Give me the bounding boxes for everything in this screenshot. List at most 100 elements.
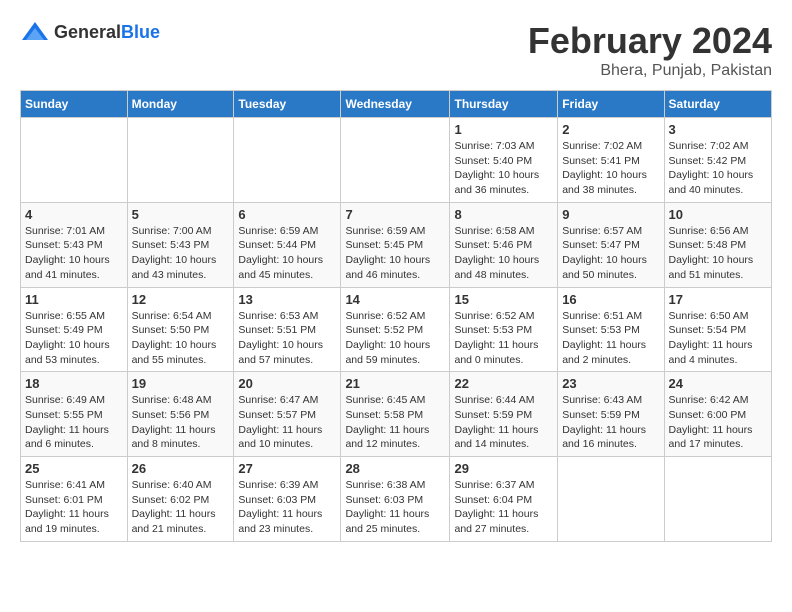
- day-info: Sunrise: 6:42 AM Sunset: 6:00 PM Dayligh…: [669, 393, 767, 452]
- day-number: 14: [345, 292, 445, 307]
- calendar-cell: 2 Sunrise: 7:02 AM Sunset: 5:41 PM Daylig…: [558, 118, 664, 203]
- day-number: 15: [454, 292, 553, 307]
- day-number: 7: [345, 207, 445, 222]
- calendar-table: SundayMondayTuesdayWednesdayThursdayFrid…: [20, 90, 772, 542]
- calendar-cell: [21, 118, 128, 203]
- calendar-cell: 7 Sunrise: 6:59 AM Sunset: 5:45 PM Daylig…: [341, 202, 450, 287]
- day-number: 4: [25, 207, 123, 222]
- calendar-cell: [341, 118, 450, 203]
- day-number: 2: [562, 122, 659, 137]
- calendar-cell: 1Sunrise: 7:03 AM Sunset: 5:40 PM Daylig…: [450, 118, 558, 203]
- day-number: 6: [238, 207, 336, 222]
- calendar-week-row: 18 Sunrise: 6:49 AM Sunset: 5:55 PM Dayli…: [21, 372, 772, 457]
- day-number: 3: [669, 122, 767, 137]
- calendar-cell: 13 Sunrise: 6:53 AM Sunset: 5:51 PM Dayli…: [234, 287, 341, 372]
- weekday-header: Monday: [127, 91, 234, 118]
- day-info: Sunrise: 6:58 AM Sunset: 5:46 PM Dayligh…: [454, 224, 553, 283]
- calendar-week-row: 4 Sunrise: 7:01 AM Sunset: 5:43 PM Daylig…: [21, 202, 772, 287]
- weekday-header: Friday: [558, 91, 664, 118]
- calendar-week-row: 11 Sunrise: 6:55 AM Sunset: 5:49 PM Dayli…: [21, 287, 772, 372]
- day-number: 11: [25, 292, 123, 307]
- calendar-cell: 17 Sunrise: 6:50 AM Sunset: 5:54 PM Dayli…: [664, 287, 771, 372]
- day-info: Sunrise: 6:48 AM Sunset: 5:56 PM Dayligh…: [132, 393, 230, 452]
- calendar-week-row: 1Sunrise: 7:03 AM Sunset: 5:40 PM Daylig…: [21, 118, 772, 203]
- day-number: 26: [132, 461, 230, 476]
- day-info: Sunrise: 6:49 AM Sunset: 5:55 PM Dayligh…: [25, 393, 123, 452]
- day-info: Sunrise: 6:53 AM Sunset: 5:51 PM Dayligh…: [238, 309, 336, 368]
- day-number: 17: [669, 292, 767, 307]
- calendar-cell: [127, 118, 234, 203]
- calendar-cell: 27 Sunrise: 6:39 AM Sunset: 6:03 PM Dayli…: [234, 457, 341, 542]
- day-number: 21: [345, 376, 445, 391]
- day-info: Sunrise: 6:40 AM Sunset: 6:02 PM Dayligh…: [132, 478, 230, 537]
- calendar-cell: 25 Sunrise: 6:41 AM Sunset: 6:01 PM Dayli…: [21, 457, 128, 542]
- calendar-cell: 24 Sunrise: 6:42 AM Sunset: 6:00 PM Dayli…: [664, 372, 771, 457]
- day-info: Sunrise: 6:41 AM Sunset: 6:01 PM Dayligh…: [25, 478, 123, 537]
- day-info: Sunrise: 6:47 AM Sunset: 5:57 PM Dayligh…: [238, 393, 336, 452]
- day-number: 1: [454, 122, 553, 137]
- day-number: 9: [562, 207, 659, 222]
- logo: GeneralBlue: [20, 20, 160, 45]
- day-info: Sunrise: 6:39 AM Sunset: 6:03 PM Dayligh…: [238, 478, 336, 537]
- day-info: Sunrise: 6:37 AM Sunset: 6:04 PM Dayligh…: [454, 478, 553, 537]
- calendar-cell: 22Sunrise: 6:44 AM Sunset: 5:59 PM Dayli…: [450, 372, 558, 457]
- calendar-cell: 23 Sunrise: 6:43 AM Sunset: 5:59 PM Dayli…: [558, 372, 664, 457]
- day-info: Sunrise: 6:54 AM Sunset: 5:50 PM Dayligh…: [132, 309, 230, 368]
- day-info: Sunrise: 6:45 AM Sunset: 5:58 PM Dayligh…: [345, 393, 445, 452]
- calendar-cell: 28Sunrise: 6:38 AM Sunset: 6:03 PM Dayli…: [341, 457, 450, 542]
- day-number: 24: [669, 376, 767, 391]
- day-info: Sunrise: 6:57 AM Sunset: 5:47 PM Dayligh…: [562, 224, 659, 283]
- weekday-header: Wednesday: [341, 91, 450, 118]
- day-number: 25: [25, 461, 123, 476]
- calendar-cell: 26 Sunrise: 6:40 AM Sunset: 6:02 PM Dayli…: [127, 457, 234, 542]
- day-info: Sunrise: 6:50 AM Sunset: 5:54 PM Dayligh…: [669, 309, 767, 368]
- title-block: February 2024 Bhera, Punjab, Pakistan: [528, 20, 772, 80]
- day-number: 29: [454, 461, 553, 476]
- day-number: 18: [25, 376, 123, 391]
- day-number: 16: [562, 292, 659, 307]
- calendar-cell: [664, 457, 771, 542]
- calendar-cell: 14Sunrise: 6:52 AM Sunset: 5:52 PM Dayli…: [341, 287, 450, 372]
- day-number: 28: [345, 461, 445, 476]
- weekday-header: Thursday: [450, 91, 558, 118]
- day-number: 23: [562, 376, 659, 391]
- calendar-cell: 11 Sunrise: 6:55 AM Sunset: 5:49 PM Dayli…: [21, 287, 128, 372]
- day-number: 19: [132, 376, 230, 391]
- calendar-cell: [234, 118, 341, 203]
- calendar-cell: [558, 457, 664, 542]
- calendar-cell: 9 Sunrise: 6:57 AM Sunset: 5:47 PM Daylig…: [558, 202, 664, 287]
- calendar-cell: 29 Sunrise: 6:37 AM Sunset: 6:04 PM Dayli…: [450, 457, 558, 542]
- calendar-cell: 18 Sunrise: 6:49 AM Sunset: 5:55 PM Dayli…: [21, 372, 128, 457]
- month-year-title: February 2024: [528, 20, 772, 62]
- weekday-header: Tuesday: [234, 91, 341, 118]
- location-subtitle: Bhera, Punjab, Pakistan: [528, 62, 772, 80]
- logo-blue-text: Blue: [121, 22, 160, 42]
- calendar-cell: 21 Sunrise: 6:45 AM Sunset: 5:58 PM Dayli…: [341, 372, 450, 457]
- day-info: Sunrise: 7:02 AM Sunset: 5:41 PM Dayligh…: [562, 139, 659, 198]
- day-info: Sunrise: 6:55 AM Sunset: 5:49 PM Dayligh…: [25, 309, 123, 368]
- weekday-header: Sunday: [21, 91, 128, 118]
- day-number: 12: [132, 292, 230, 307]
- calendar-cell: 6 Sunrise: 6:59 AM Sunset: 5:44 PM Daylig…: [234, 202, 341, 287]
- day-info: Sunrise: 6:59 AM Sunset: 5:45 PM Dayligh…: [345, 224, 445, 283]
- day-info: Sunrise: 6:51 AM Sunset: 5:53 PM Dayligh…: [562, 309, 659, 368]
- calendar-cell: 8Sunrise: 6:58 AM Sunset: 5:46 PM Daylig…: [450, 202, 558, 287]
- day-number: 13: [238, 292, 336, 307]
- calendar-cell: 12 Sunrise: 6:54 AM Sunset: 5:50 PM Dayli…: [127, 287, 234, 372]
- logo-general-text: General: [54, 22, 121, 42]
- calendar-cell: 16 Sunrise: 6:51 AM Sunset: 5:53 PM Dayli…: [558, 287, 664, 372]
- day-info: Sunrise: 6:43 AM Sunset: 5:59 PM Dayligh…: [562, 393, 659, 452]
- calendar-cell: 15 Sunrise: 6:52 AM Sunset: 5:53 PM Dayli…: [450, 287, 558, 372]
- day-number: 10: [669, 207, 767, 222]
- day-info: Sunrise: 6:52 AM Sunset: 5:53 PM Dayligh…: [454, 309, 553, 368]
- day-info: Sunrise: 6:44 AM Sunset: 5:59 PM Dayligh…: [454, 393, 553, 452]
- day-info: Sunrise: 7:01 AM Sunset: 5:43 PM Dayligh…: [25, 224, 123, 283]
- day-number: 20: [238, 376, 336, 391]
- calendar-week-row: 25 Sunrise: 6:41 AM Sunset: 6:01 PM Dayli…: [21, 457, 772, 542]
- calendar-cell: 10Sunrise: 6:56 AM Sunset: 5:48 PM Dayli…: [664, 202, 771, 287]
- day-info: Sunrise: 7:02 AM Sunset: 5:42 PM Dayligh…: [669, 139, 767, 198]
- day-number: 27: [238, 461, 336, 476]
- day-info: Sunrise: 6:59 AM Sunset: 5:44 PM Dayligh…: [238, 224, 336, 283]
- weekday-header: Saturday: [664, 91, 771, 118]
- calendar-cell: 5Sunrise: 7:00 AM Sunset: 5:43 PM Daylig…: [127, 202, 234, 287]
